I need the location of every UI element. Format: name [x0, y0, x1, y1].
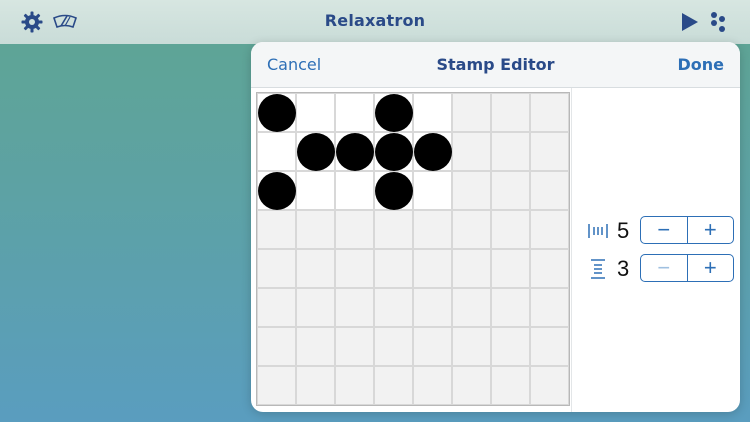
stamp-dot [375, 171, 413, 210]
grid-cell[interactable] [335, 366, 374, 405]
height-stepper[interactable]: − + [640, 254, 734, 282]
grid-cell[interactable] [452, 93, 491, 132]
grid-cell[interactable] [491, 327, 530, 366]
grid-cell[interactable] [530, 366, 569, 405]
grid-cell[interactable] [491, 93, 530, 132]
grid-cell[interactable] [530, 132, 569, 171]
height-increment-button[interactable]: + [688, 255, 734, 281]
grid-cell[interactable] [335, 210, 374, 249]
width-decrement-button[interactable]: − [641, 217, 688, 243]
grid-cell[interactable] [413, 132, 452, 171]
grid-cell[interactable] [374, 327, 413, 366]
stamp-dot [414, 132, 452, 171]
grid-cell[interactable] [296, 210, 335, 249]
grid-cell[interactable] [530, 171, 569, 210]
grid-cell[interactable] [491, 132, 530, 171]
grid-cell[interactable] [491, 288, 530, 327]
grid-cell[interactable] [491, 171, 530, 210]
grid-cell[interactable] [491, 210, 530, 249]
grid-cell[interactable] [530, 210, 569, 249]
grid-cell[interactable] [257, 93, 296, 132]
grid-cell[interactable] [452, 327, 491, 366]
grid-cell[interactable] [296, 288, 335, 327]
grid-cell[interactable] [335, 132, 374, 171]
play-icon[interactable] [677, 10, 701, 34]
height-control: 3 − + [587, 254, 737, 284]
height-icon [587, 258, 609, 280]
height-value: 3 [617, 256, 630, 281]
grid-cell[interactable] [413, 249, 452, 288]
top-bar: Relaxatron [0, 0, 750, 44]
grid-cell[interactable] [335, 249, 374, 288]
grid-cell[interactable] [374, 171, 413, 210]
grid-cell[interactable] [335, 288, 374, 327]
stamp-dot [297, 132, 335, 171]
grid-cell[interactable] [335, 93, 374, 132]
stamp-dot [258, 93, 296, 132]
width-value: 5 [617, 218, 630, 243]
grid-cell[interactable] [530, 288, 569, 327]
stamp-dot [375, 93, 413, 132]
popover-header: Cancel Stamp Editor Done [251, 42, 740, 88]
stamp-grid[interactable] [256, 92, 570, 406]
grid-cell[interactable] [257, 171, 296, 210]
grid-cell[interactable] [257, 327, 296, 366]
grid-cell[interactable] [296, 327, 335, 366]
done-button[interactable]: Done [677, 55, 724, 74]
grid-cell[interactable] [374, 366, 413, 405]
grid-cell[interactable] [374, 132, 413, 171]
stamp-dot [258, 171, 296, 210]
width-control: 5 − + [587, 216, 737, 246]
width-increment-button[interactable]: + [688, 217, 734, 243]
stamp-dot [336, 132, 374, 171]
grid-cell[interactable] [257, 249, 296, 288]
grid-cell[interactable] [413, 171, 452, 210]
grid-cell[interactable] [413, 366, 452, 405]
grid-cell[interactable] [452, 210, 491, 249]
width-stepper[interactable]: − + [640, 216, 734, 244]
height-decrement-button[interactable]: − [641, 255, 688, 281]
grid-cell[interactable] [413, 210, 452, 249]
app-title: Relaxatron [324, 11, 426, 30]
grid-cell[interactable] [413, 288, 452, 327]
grid-cell[interactable] [374, 93, 413, 132]
width-icon [587, 220, 609, 242]
grid-cell[interactable] [413, 93, 452, 132]
stamp-dot [375, 132, 413, 171]
grid-cell[interactable] [296, 366, 335, 405]
grid-cell[interactable] [257, 132, 296, 171]
dots-icon[interactable] [707, 10, 731, 34]
divider [571, 88, 572, 412]
grid-cell[interactable] [374, 249, 413, 288]
grid-cell[interactable] [374, 288, 413, 327]
grid-cell[interactable] [491, 249, 530, 288]
grid-cell[interactable] [374, 210, 413, 249]
grid-cell[interactable] [491, 366, 530, 405]
grid-cell[interactable] [530, 249, 569, 288]
grid-cell[interactable] [452, 132, 491, 171]
grid-cell[interactable] [335, 327, 374, 366]
grid-cell[interactable] [257, 288, 296, 327]
grid-cell[interactable] [530, 93, 569, 132]
grid-cell[interactable] [335, 171, 374, 210]
grid-cell[interactable] [452, 288, 491, 327]
grid-cell[interactable] [296, 249, 335, 288]
grid-cell[interactable] [296, 171, 335, 210]
grid-cell[interactable] [452, 171, 491, 210]
grid-cell[interactable] [257, 366, 296, 405]
grid-cell[interactable] [296, 132, 335, 171]
grid-cell[interactable] [413, 327, 452, 366]
grid-cell[interactable] [452, 249, 491, 288]
grid-cell[interactable] [257, 210, 296, 249]
grid-cell[interactable] [296, 93, 335, 132]
popover-title: Stamp Editor [436, 55, 555, 74]
stamp-editor-popover: Cancel Stamp Editor Done 5 − + 3 − + [251, 42, 740, 412]
grid-cell[interactable] [452, 366, 491, 405]
grid-cell[interactable] [530, 327, 569, 366]
